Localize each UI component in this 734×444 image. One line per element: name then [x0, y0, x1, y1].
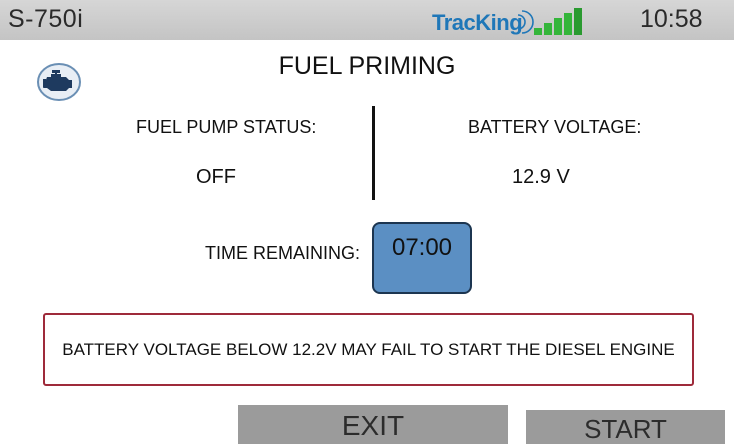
battery-voltage-label: BATTERY VOLTAGE:	[468, 117, 642, 137]
status-bar: S-750i TracKing 10:58	[0, 0, 734, 40]
page-title: FUEL PRIMING	[278, 52, 456, 80]
column-divider	[372, 106, 375, 200]
signal-bars-icon	[517, 8, 582, 35]
engine-icon	[37, 63, 81, 101]
fuel-pump-status-label: FUEL PUMP STATUS:	[136, 117, 317, 137]
fuel-priming-screen: S-750i TracKing 10:58 FUEL PRIMING FUEL …	[0, 0, 734, 444]
brand-logo: TracKing	[432, 6, 582, 36]
exit-button[interactable]: EXIT	[238, 405, 508, 444]
time-remaining-label: TIME REMAINING:	[205, 243, 361, 263]
battery-voltage-value: 12.9 V	[512, 166, 570, 188]
time-remaining-value: 07:00	[372, 222, 472, 294]
battery-warning-text: BATTERY VOLTAGE BELOW 12.2V MAY FAIL TO …	[62, 340, 675, 359]
fuel-pump-status-value: OFF	[196, 166, 236, 188]
battery-warning-box: BATTERY VOLTAGE BELOW 12.2V MAY FAIL TO …	[43, 313, 694, 386]
device-name: S-750i	[8, 5, 84, 33]
start-button[interactable]: START	[526, 410, 725, 444]
clock: 10:58	[640, 5, 703, 33]
